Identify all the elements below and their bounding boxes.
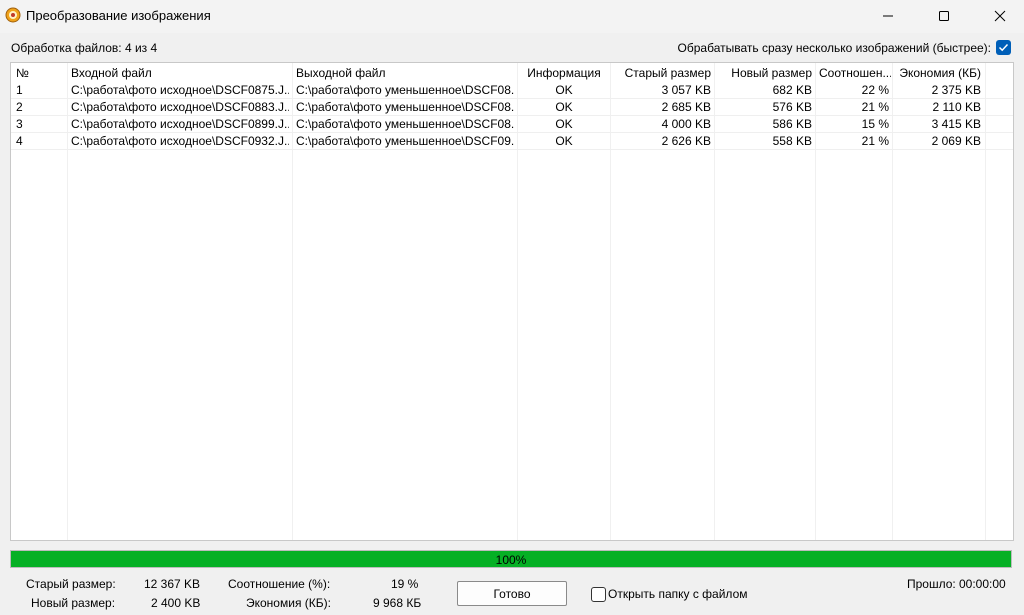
header-old-size[interactable]: Старый размер (611, 66, 711, 80)
cell-savings: 3 415 KB (931, 117, 981, 131)
table-row[interactable]: 4 C:\работа\фото исходное\DSCF0932.J... … (11, 133, 1013, 150)
cell-output-file: C:\работа\фото уменьшенное\DSCF09... (296, 134, 514, 148)
cell-info: OK (555, 83, 573, 97)
header-info[interactable]: Информация (518, 66, 610, 80)
multi-process-label: Обрабатывать сразу несколько изображений… (677, 41, 991, 55)
minimize-icon (883, 15, 893, 17)
table-row[interactable]: 2 C:\работа\фото исходное\DSCF0883.J... … (11, 99, 1013, 116)
cell-savings: 2 375 KB (931, 83, 981, 97)
cell-ratio: 21 % (861, 134, 889, 148)
cell-new-size: 682 KB (772, 83, 812, 97)
cell-new-size: 576 KB (772, 100, 812, 114)
minimize-button[interactable] (865, 0, 911, 33)
cell-old-size: 2 626 KB (661, 134, 711, 148)
ratio-label: Соотношение (%): (228, 577, 331, 591)
cell-old-size: 4 000 KB (661, 117, 711, 131)
cell-output-file: C:\работа\фото уменьшенное\DSCF08... (296, 83, 514, 97)
cell-output-file: C:\работа\фото уменьшенное\DSCF08... (296, 100, 514, 114)
title-bar: Преобразование изображения (0, 0, 1024, 33)
cell-old-size: 3 057 KB (661, 83, 711, 97)
multi-process-checkbox[interactable] (996, 40, 1011, 55)
ratio-value: 19 % (391, 577, 419, 591)
header-savings[interactable]: Экономия (КБ) (893, 66, 981, 80)
cell-ratio: 22 % (861, 83, 889, 97)
done-button[interactable]: Готово (457, 581, 567, 606)
old-size-value: 12 367 KB (144, 577, 201, 591)
elapsed-label: Прошло: (907, 577, 956, 591)
cell-input-file: C:\работа\фото исходное\DSCF0932.J... (71, 134, 289, 148)
cell-ratio: 21 % (861, 100, 889, 114)
done-button-label: Готово (493, 587, 531, 601)
cell-old-size: 2 685 KB (661, 100, 711, 114)
cell-input-file: C:\работа\фото исходное\DSCF0899.J... (71, 117, 289, 131)
maximize-icon (939, 11, 949, 21)
cell-new-size: 558 KB (772, 134, 812, 148)
header-output-file[interactable]: Выходной файл (296, 66, 514, 80)
savings-label: Экономия (КБ): (246, 596, 331, 610)
new-size-label: Новый размер: (31, 596, 116, 610)
progress-bar: 100% (10, 550, 1012, 568)
table-row[interactable]: 1 C:\работа\фото исходное\DSCF0875.J... … (11, 82, 1013, 99)
cell-info: OK (555, 100, 573, 114)
table-row[interactable]: 3 C:\работа\фото исходное\DSCF0899.J... … (11, 116, 1013, 133)
open-folder-label[interactable]: Открыть папку с файлом (608, 587, 748, 601)
cell-info: OK (555, 117, 573, 131)
close-icon (994, 10, 1006, 22)
cell-number: 1 (16, 83, 23, 97)
cell-input-file: C:\работа\фото исходное\DSCF0875.J... (71, 83, 289, 97)
cell-output-file: C:\работа\фото уменьшенное\DSCF08... (296, 117, 514, 131)
cell-new-size: 586 KB (772, 117, 812, 131)
cell-input-file: C:\работа\фото исходное\DSCF0883.J... (71, 100, 289, 114)
app-icon (5, 7, 21, 23)
new-size-value: 2 400 KB (151, 596, 201, 610)
cell-savings: 2 110 KB (932, 100, 981, 114)
cell-number: 3 (16, 117, 23, 131)
elapsed-value: 00:00:00 (959, 577, 1006, 591)
checkmark-icon (998, 43, 1009, 52)
cell-number: 2 (16, 100, 23, 114)
header-new-size[interactable]: Новый размер (715, 66, 812, 80)
cell-number: 4 (16, 134, 23, 148)
results-table[interactable]: № Входной файл Выходной файл Информация … (10, 62, 1014, 541)
cell-ratio: 15 % (861, 117, 889, 131)
header-input-file[interactable]: Входной файл (71, 66, 289, 80)
processing-status: Обработка файлов: 4 из 4 (11, 41, 158, 55)
progress-label: 100% (495, 553, 527, 567)
cell-info: OK (555, 134, 573, 148)
header-ratio[interactable]: Соотношен... (819, 66, 891, 80)
window-title: Преобразование изображения (26, 8, 211, 23)
savings-value: 9 968 КБ (373, 596, 422, 610)
header-number[interactable]: № (16, 66, 64, 80)
open-folder-checkbox[interactable] (591, 587, 606, 602)
close-button[interactable] (977, 0, 1023, 33)
old-size-label: Старый размер: (26, 577, 116, 591)
cell-savings: 2 069 KB (931, 134, 981, 148)
maximize-button[interactable] (921, 0, 967, 33)
